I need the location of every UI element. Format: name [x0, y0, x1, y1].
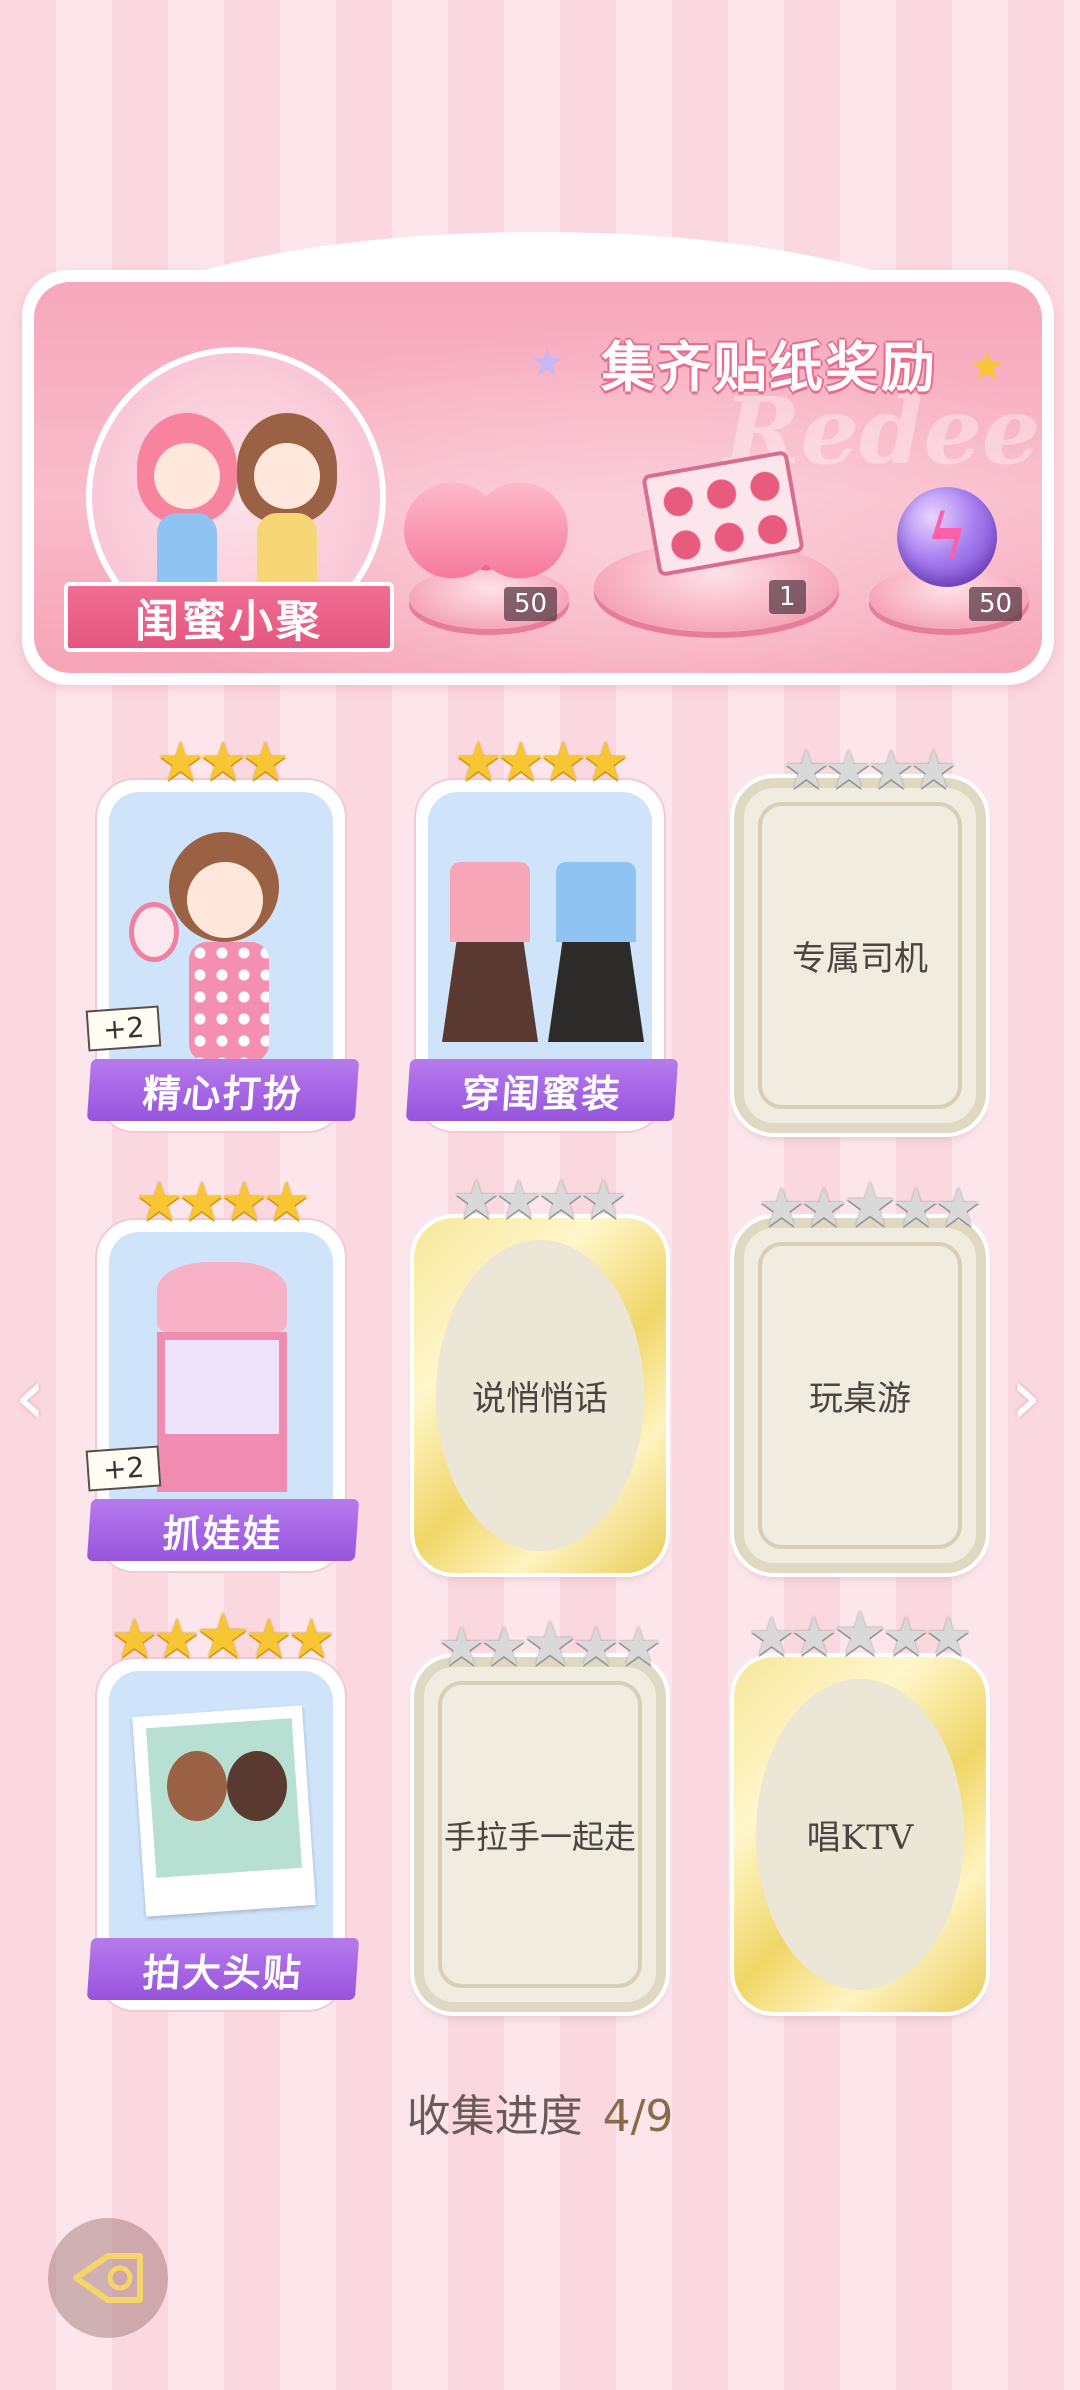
star-grey-icon: ★ — [479, 1615, 529, 1678]
star-grey-icon: ★ — [789, 1605, 839, 1668]
star-grey-icon: ★ — [924, 1605, 973, 1668]
bonus-badge: +2 — [85, 1005, 162, 1052]
sticker-card-locked[interactable]: ★★★★ 专属司机 — [730, 743, 990, 1137]
card-label: 抓娃娃 — [86, 1499, 360, 1561]
card-oval-inner: 说悄悄话 — [436, 1240, 644, 1551]
star-grey-icon: ★ — [891, 1176, 941, 1239]
collection-progress: 收集进度 4/9 — [0, 2080, 1080, 2144]
card-locked-title: 说悄悄话 — [472, 1379, 608, 1419]
banner-title: 集齐贴纸奖励 — [601, 335, 937, 399]
sticker-card-dress-up[interactable]: ★★★ +2 精心打扮 — [85, 735, 360, 1133]
heart-gem-icon — [446, 496, 526, 576]
star-grey-icon: ★ — [824, 738, 873, 801]
back-button[interactable] — [48, 2218, 168, 2338]
girl-pink-hair — [132, 413, 242, 603]
card-oval-inner: 唱KTV — [756, 1679, 964, 1990]
sticker-card-locked[interactable]: ★★★★★ 唱KTV — [730, 1603, 990, 2016]
star-rating: ★★★★★ — [424, 1607, 676, 1680]
star-gold-icon: ★ — [152, 1607, 202, 1670]
sticker-card-locked[interactable]: ★★★★ 说悄悄话 — [410, 1173, 670, 1577]
star-grey-icon: ★ — [494, 1168, 543, 1231]
star-grey-icon: ★ — [614, 1615, 663, 1678]
sticker-card-bestie-outfit[interactable]: ★★★★ 穿闺蜜装 — [405, 735, 679, 1133]
star-grey-icon: ★ — [571, 1615, 621, 1678]
group-name-label: 闺蜜小聚 — [64, 582, 394, 652]
progress-value: 4/9 — [602, 2091, 674, 2142]
card-frame-inner: 玩桌游 — [758, 1242, 962, 1549]
star-grey-icon: ★ — [522, 1607, 578, 1680]
card-label-text: 拍大头贴 — [141, 1949, 305, 1995]
sticker-card-locked[interactable]: ★★★★★ 玩桌游 — [730, 1174, 990, 1577]
star-grey-icon: ★ — [909, 738, 958, 801]
star-gold-icon: ★ — [581, 730, 630, 793]
star-gold-icon: ★ — [110, 1607, 159, 1670]
star-gold-icon: ★ — [287, 1607, 336, 1670]
star-grey-icon: ★ — [881, 1605, 931, 1668]
star-gold-icon: ★ — [220, 1170, 269, 1233]
back-arrow-icon — [73, 2253, 143, 2303]
card-locked-title: 唱KTV — [806, 1818, 914, 1858]
card-label: 穿闺蜜装 — [405, 1059, 679, 1121]
star-grey-icon: ★ — [757, 1176, 806, 1239]
star-gold-icon: ★ — [244, 1607, 294, 1670]
star-gold-icon: ★ — [135, 1170, 184, 1233]
card-label-text: 抓娃娃 — [161, 1510, 285, 1556]
star-grey-icon: ★ — [832, 1597, 888, 1670]
star-gold-icon: ★ — [198, 730, 248, 793]
star-gold-icon: ★ — [177, 1170, 226, 1233]
group-name-text: 闺蜜小聚 — [135, 596, 323, 647]
reward-count: 1 — [769, 580, 806, 614]
chevron-left-icon[interactable]: ‹ — [14, 1350, 46, 1443]
chevron-right-icon[interactable]: › — [1010, 1350, 1042, 1443]
sticker-card-claw-machine[interactable]: ★★★★ +2 抓娃娃 — [85, 1175, 360, 1573]
card-label: 精心打扮 — [86, 1059, 360, 1121]
star-gold-icon: ★ — [262, 1170, 311, 1233]
star-grey-icon: ★ — [867, 738, 916, 801]
card-frame-inner: 手拉手一起走 — [438, 1681, 642, 1988]
star-rating: ★★★★★ — [744, 1168, 996, 1241]
star-grey-icon: ★ — [782, 738, 831, 801]
star-rating: ★★★ — [97, 735, 349, 789]
star-rating: ★★★★ — [414, 1173, 666, 1227]
reward-count: 50 — [504, 587, 558, 621]
card-locked-title: 玩桌游 — [809, 1379, 911, 1419]
star-gold-icon: ★ — [454, 730, 503, 793]
reward-banner: Redeem ★ ★ 集齐贴纸奖励 闺蜜小聚 50 — [22, 232, 1054, 685]
card-label-text: 穿闺蜜装 — [460, 1070, 624, 1116]
energy-orb-icon[interactable]: ϟ — [897, 487, 997, 587]
star-grey-icon: ★ — [934, 1176, 983, 1239]
reward-count: 50 — [969, 587, 1023, 621]
star-rating: ★★★★★ — [734, 1597, 986, 1670]
star-grey-icon: ★ — [437, 1615, 486, 1678]
star-gold-icon: ★ — [241, 730, 290, 793]
star-rating: ★★★★ — [416, 735, 668, 789]
star-grey-icon: ★ — [799, 1176, 849, 1239]
reward-heart-gem[interactable] — [436, 478, 546, 598]
star-gold-icon: ★ — [195, 1599, 251, 1672]
card-label-text: 精心打扮 — [141, 1070, 305, 1116]
star-grey-icon: ★ — [842, 1168, 898, 1241]
card-frame-inner: 专属司机 — [758, 802, 962, 1109]
card-locked-title: 手拉手一起走 — [443, 1817, 636, 1856]
girl-brown-hair — [232, 413, 342, 603]
star-rating: ★★★★ — [97, 1175, 349, 1229]
progress-label: 收集进度 — [406, 2091, 583, 2142]
star-grey-icon: ★ — [452, 1168, 501, 1231]
card-locked-title: 专属司机 — [792, 939, 928, 979]
card-label: 拍大头贴 — [86, 1938, 360, 2000]
banner-title-bar: 集齐贴纸奖励 — [539, 322, 999, 402]
reward-banner-background: Redeem ★ ★ 集齐贴纸奖励 闺蜜小聚 50 — [34, 282, 1042, 673]
star-grey-icon: ★ — [579, 1168, 628, 1231]
star-rating: ★★★★★ — [97, 1599, 349, 1672]
star-gold-icon: ★ — [539, 730, 588, 793]
sticker-card-photo-booth[interactable]: ★★★★★ 拍大头贴 — [86, 1605, 360, 2012]
star-grey-icon: ★ — [537, 1168, 586, 1231]
star-grey-icon: ★ — [747, 1605, 796, 1668]
star-rating: ★★★★ — [744, 743, 996, 797]
star-gold-icon: ★ — [156, 730, 205, 793]
sticker-card-locked[interactable]: ★★★★★ 手拉手一起走 — [410, 1613, 670, 2016]
star-gold-icon: ★ — [496, 730, 545, 793]
bonus-badge: +2 — [85, 1445, 162, 1492]
